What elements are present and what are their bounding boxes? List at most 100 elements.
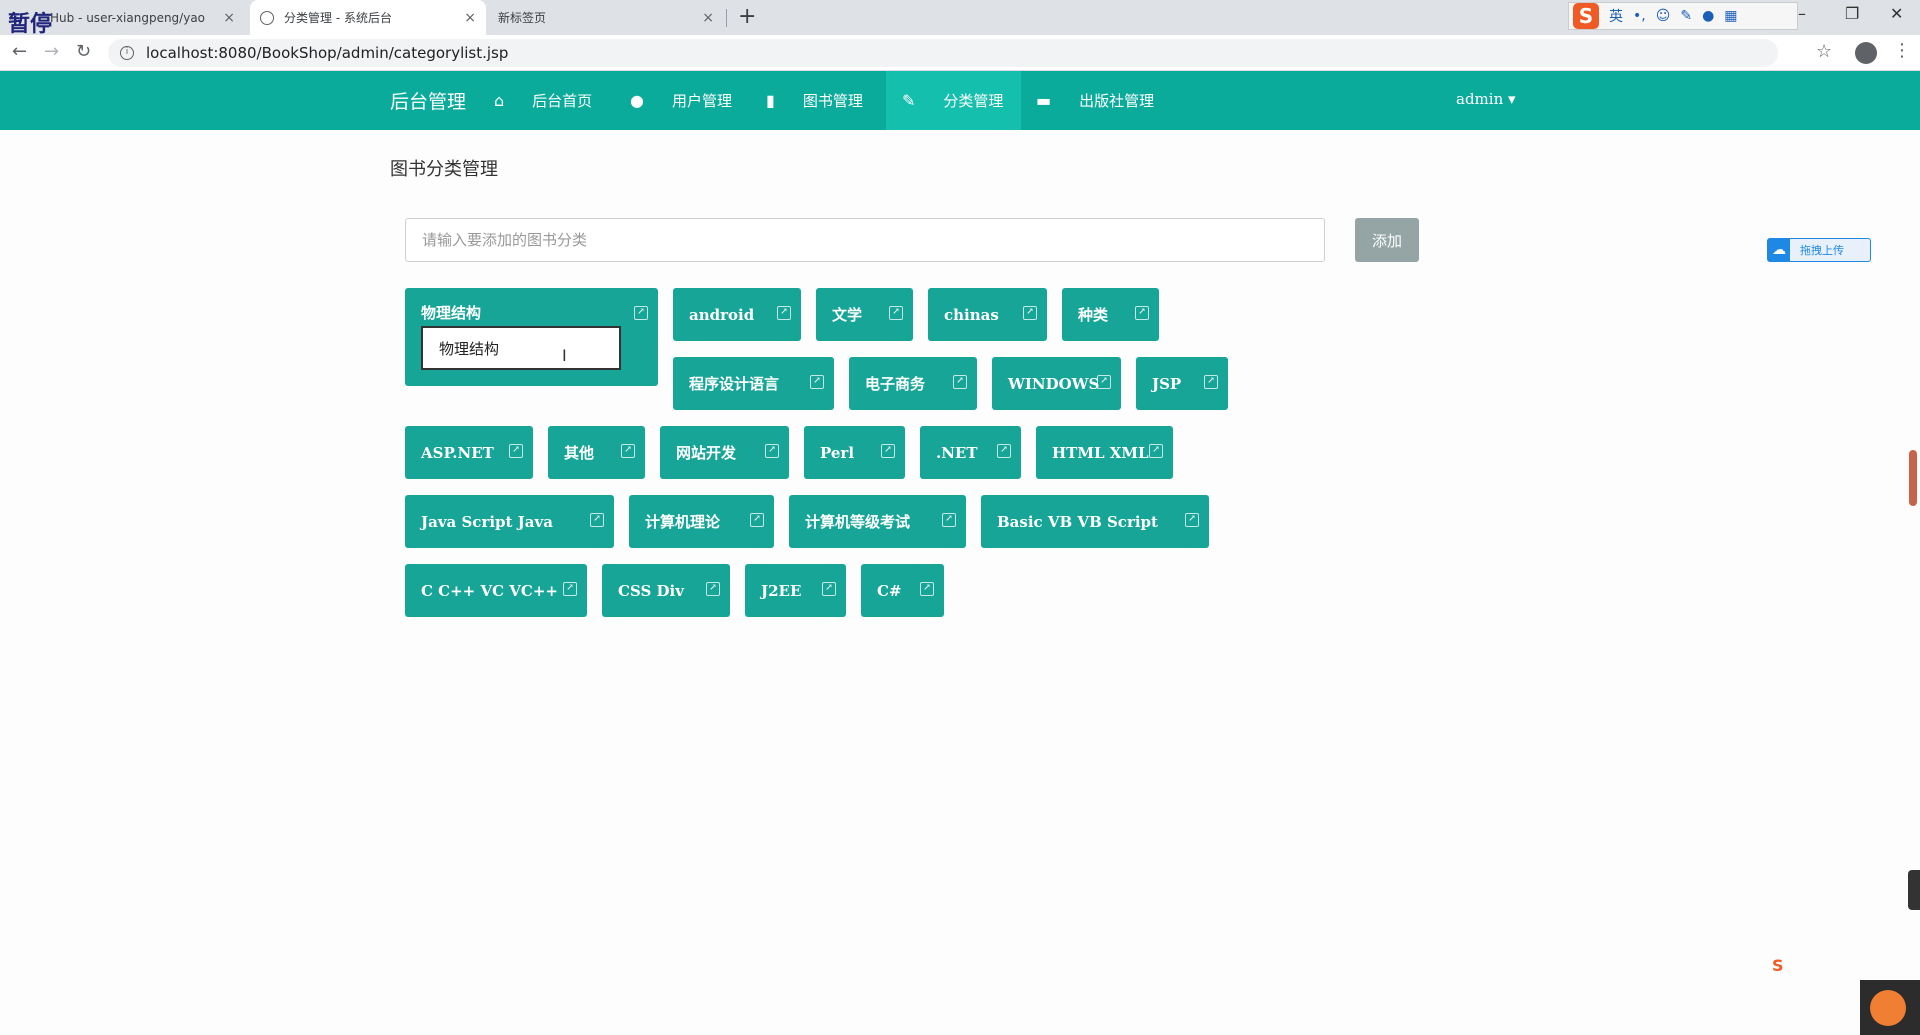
category-name: ASP.NET xyxy=(421,443,494,462)
edit-icon[interactable]: ↗ xyxy=(509,444,523,458)
new-tab-button[interactable]: + xyxy=(738,4,756,29)
edit-icon[interactable]: ↗ xyxy=(1149,444,1163,458)
category-tag[interactable]: C C++ VC VC++ ↗ xyxy=(405,564,587,617)
tab-close-icon[interactable]: × xyxy=(702,10,714,26)
category-name-input[interactable] xyxy=(405,218,1325,262)
bookmark-star-icon[interactable]: ☆ xyxy=(1816,41,1832,62)
restore-button[interactable]: ❐ xyxy=(1845,4,1859,23)
edit-icon[interactable]: ↗ xyxy=(953,375,967,389)
category-tag[interactable]: WINDOWS ↗ xyxy=(992,357,1121,410)
category-tag[interactable]: J2EE ↗ xyxy=(745,564,846,617)
nav-item-categories[interactable]: ✎ 分类管理 xyxy=(886,71,1021,130)
edit-icon[interactable]: ↗ xyxy=(889,306,903,320)
edit-icon[interactable]: ↗ xyxy=(1185,513,1199,527)
grid-icon[interactable]: ▦ xyxy=(1724,8,1737,24)
back-arrow-icon[interactable]: ← xyxy=(12,41,27,62)
category-name: 种类 xyxy=(1078,306,1109,324)
add-category-button[interactable]: 添加 xyxy=(1355,218,1419,262)
reload-icon[interactable]: ↻ xyxy=(76,41,91,62)
category-tag[interactable]: 种类 ↗ xyxy=(1062,288,1159,341)
edit-icon[interactable]: ↗ xyxy=(765,444,779,458)
edit-icon[interactable]: ↗ xyxy=(997,444,1011,458)
edit-icon[interactable]: ↗ xyxy=(1135,306,1149,320)
browser-tab-category[interactable]: 分类管理 - 系统后台 × xyxy=(250,0,486,35)
app-navbar: 后台管理 ⌂ 后台首页 ● 用户管理 ▮ 图书管理 ✎ 分类管理 ▬ 出版社管理… xyxy=(0,71,1920,130)
side-panel-tab[interactable] xyxy=(1908,870,1920,910)
tab-close-icon[interactable]: × xyxy=(223,10,235,26)
minimize-button[interactable]: – xyxy=(1798,4,1806,23)
ime-punctuation[interactable]: •, xyxy=(1633,8,1646,24)
scrollbar-thumb[interactable] xyxy=(1909,450,1917,506)
emoji-icon[interactable]: ☺ xyxy=(1656,8,1671,24)
category-tag[interactable]: 计算机等级考试 ↗ xyxy=(789,495,966,548)
category-tag[interactable]: 其他 ↗ xyxy=(548,426,645,479)
category-tag[interactable]: 电子商务 ↗ xyxy=(849,357,977,410)
edit-icon[interactable]: ↗ xyxy=(942,513,956,527)
category-tag[interactable]: .NET ↗ xyxy=(920,426,1021,479)
edit-icon[interactable]: ↗ xyxy=(920,582,934,596)
menu-kebab-icon[interactable]: ⋮ xyxy=(1893,40,1911,61)
category-tag[interactable]: 计算机理论 ↗ xyxy=(629,495,774,548)
nav-item-books[interactable]: ▮ 图书管理 xyxy=(766,71,863,130)
edit-icon[interactable]: ↗ xyxy=(1023,306,1037,320)
close-window-button[interactable]: ✕ xyxy=(1890,4,1903,23)
pen-icon[interactable]: ✎ xyxy=(1680,8,1692,24)
upload-label: 拖拽上传 xyxy=(1800,244,1844,257)
edit-icon[interactable]: ↗ xyxy=(590,513,604,527)
ime-language[interactable]: 英 xyxy=(1609,6,1623,26)
sogou-mini-icon[interactable]: S xyxy=(1772,956,1784,975)
category-tag[interactable]: Basic VB VB Script ↗ xyxy=(981,495,1209,548)
screen-recorder-widget[interactable] xyxy=(1860,980,1920,1035)
forward-arrow-icon[interactable]: → xyxy=(44,41,59,62)
category-name: 其他 xyxy=(564,444,595,462)
nav-item-home[interactable]: ⌂ 后台首页 xyxy=(494,71,592,130)
edit-icon[interactable]: ↗ xyxy=(810,375,824,389)
category-name: 网站开发 xyxy=(676,444,737,462)
edit-icon[interactable]: ↗ xyxy=(706,582,720,596)
category-tag[interactable]: HTML XML ↗ xyxy=(1036,426,1173,479)
edit-icon[interactable]: ↗ xyxy=(822,582,836,596)
page-title: 图书分类管理 xyxy=(390,159,498,180)
category-tag[interactable]: chinas ↗ xyxy=(928,288,1047,341)
edit-icon[interactable]: ↗ xyxy=(563,582,577,596)
url-field[interactable]: i localhost:8080/BookShop/admin/category… xyxy=(108,39,1778,67)
category-tag[interactable]: CSS Div ↗ xyxy=(602,564,730,617)
category-name: chinas xyxy=(944,305,999,324)
category-name: WINDOWS xyxy=(1008,374,1100,393)
category-tag[interactable]: C# ↗ xyxy=(861,564,944,617)
browser-tab-newtab[interactable]: 新标签页 × xyxy=(488,0,724,35)
category-name: Perl xyxy=(820,443,855,462)
category-tag[interactable]: Java Script Java ↗ xyxy=(405,495,614,548)
info-icon[interactable]: i xyxy=(120,46,134,60)
category-name: HTML XML xyxy=(1052,443,1149,462)
category-name: 文学 xyxy=(832,306,863,324)
category-tag[interactable]: 文学 ↗ xyxy=(816,288,913,341)
category-tag[interactable]: Perl ↗ xyxy=(804,426,905,479)
tab-title: Hub - user-xiangpeng/yao xyxy=(50,10,206,25)
browser-tab-github[interactable]: Hub - user-xiangpeng/yao × xyxy=(40,0,245,35)
sogou-logo-icon[interactable]: S xyxy=(1573,3,1599,29)
nav-item-users[interactable]: ● 用户管理 xyxy=(630,71,732,130)
category-tag[interactable]: 程序设计语言 ↗ xyxy=(673,357,834,410)
category-tag[interactable]: 物理结构 ↗ xyxy=(405,288,658,386)
category-edit-field[interactable] xyxy=(421,326,621,370)
edit-icon[interactable]: ↗ xyxy=(634,306,648,320)
tab-close-icon[interactable]: × xyxy=(464,10,476,26)
edit-icon[interactable]: ↗ xyxy=(881,444,895,458)
category-tag[interactable]: JSP ↗ xyxy=(1136,357,1228,410)
category-tag[interactable]: 网站开发 ↗ xyxy=(660,426,789,479)
edit-icon[interactable]: ↗ xyxy=(777,306,791,320)
edit-icon[interactable]: ↗ xyxy=(621,444,635,458)
edit-icon[interactable]: ↗ xyxy=(750,513,764,527)
edit-icon[interactable]: ↗ xyxy=(1204,375,1218,389)
category-tag[interactable]: android ↗ xyxy=(673,288,801,341)
admin-user-menu[interactable]: admin ▾ xyxy=(1456,90,1516,108)
upload-widget[interactable]: ☁ 拖拽上传 xyxy=(1767,238,1871,262)
profile-avatar-icon[interactable] xyxy=(1855,42,1877,64)
nav-item-publishers[interactable]: ▬ 出版社管理 xyxy=(1036,71,1154,130)
mic-icon[interactable]: ● xyxy=(1702,8,1714,24)
navbar-brand[interactable]: 后台管理 xyxy=(390,87,466,114)
category-name: 计算机理论 xyxy=(645,513,721,531)
edit-icon[interactable]: ↗ xyxy=(1097,375,1111,389)
category-tag[interactable]: ASP.NET ↗ xyxy=(405,426,533,479)
